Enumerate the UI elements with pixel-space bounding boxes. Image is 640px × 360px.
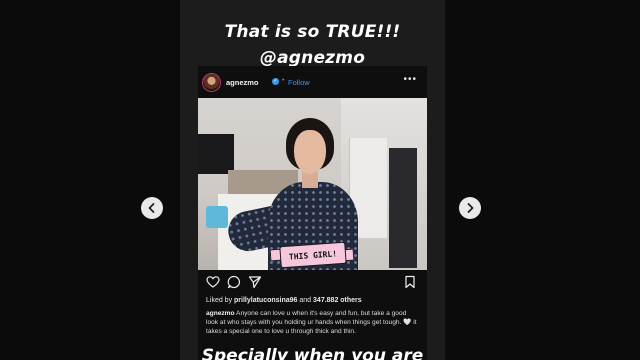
likes-prefix: Liked by [206, 297, 235, 304]
previous-story-button[interactable] [141, 197, 163, 219]
sticker-text: THIS GIRL! [288, 248, 338, 262]
likes-user[interactable]: prillylatuconsina96 [234, 297, 297, 304]
avatar[interactable] [203, 74, 220, 91]
comment-button[interactable] [227, 275, 241, 289]
share-icon [248, 276, 262, 289]
photo-door [389, 148, 417, 268]
likes-middle: and [297, 297, 314, 304]
follow-button[interactable]: Follow [288, 78, 310, 87]
post-caption: agnezmo Anyone can love u when it's easy… [206, 309, 420, 336]
caption-username[interactable]: agnezmo [206, 310, 235, 317]
post-actions [198, 272, 427, 294]
post-header: agnezmo ✓ • Follow ••• [198, 66, 427, 98]
shared-post[interactable]: agnezmo ✓ • Follow ••• THIS GIRL! Liked … [198, 66, 427, 360]
caption-body: Anyone can love u when it's easy and fun… [206, 310, 417, 335]
more-options-icon[interactable]: ••• [403, 74, 417, 85]
this-girl-sticker: THIS GIRL! [279, 241, 347, 269]
photo-face [294, 130, 326, 174]
post-username[interactable]: agnezmo [226, 78, 259, 87]
chevron-right-icon [467, 203, 474, 213]
chevron-left-icon [148, 203, 155, 213]
heart-icon [206, 276, 220, 288]
story-frame[interactable]: That is so TRUE!!! @agnezmo agnezmo ✓ • … [180, 0, 445, 360]
story-caption-mention[interactable]: @agnezmo [180, 48, 445, 71]
likes-line: Liked by prillylatuconsina96 and 347.882… [206, 297, 362, 304]
likes-count[interactable]: 347.882 others [313, 297, 362, 304]
separator-dot: • [282, 77, 285, 84]
photo-tv [198, 134, 234, 174]
share-button[interactable] [248, 275, 262, 289]
story-viewer: That is so TRUE!!! @agnezmo agnezmo ✓ • … [0, 0, 640, 360]
comment-icon [227, 275, 240, 289]
verified-badge-icon: ✓ [272, 78, 279, 85]
next-story-button[interactable] [459, 197, 481, 219]
photo-lamp [206, 206, 228, 228]
bookmark-icon [405, 275, 415, 289]
story-caption-line1: That is so TRUE!!! [224, 22, 401, 42]
save-button[interactable] [403, 275, 417, 289]
like-button[interactable] [206, 275, 220, 289]
story-bottom-caption: Specially when you are [201, 346, 424, 360]
